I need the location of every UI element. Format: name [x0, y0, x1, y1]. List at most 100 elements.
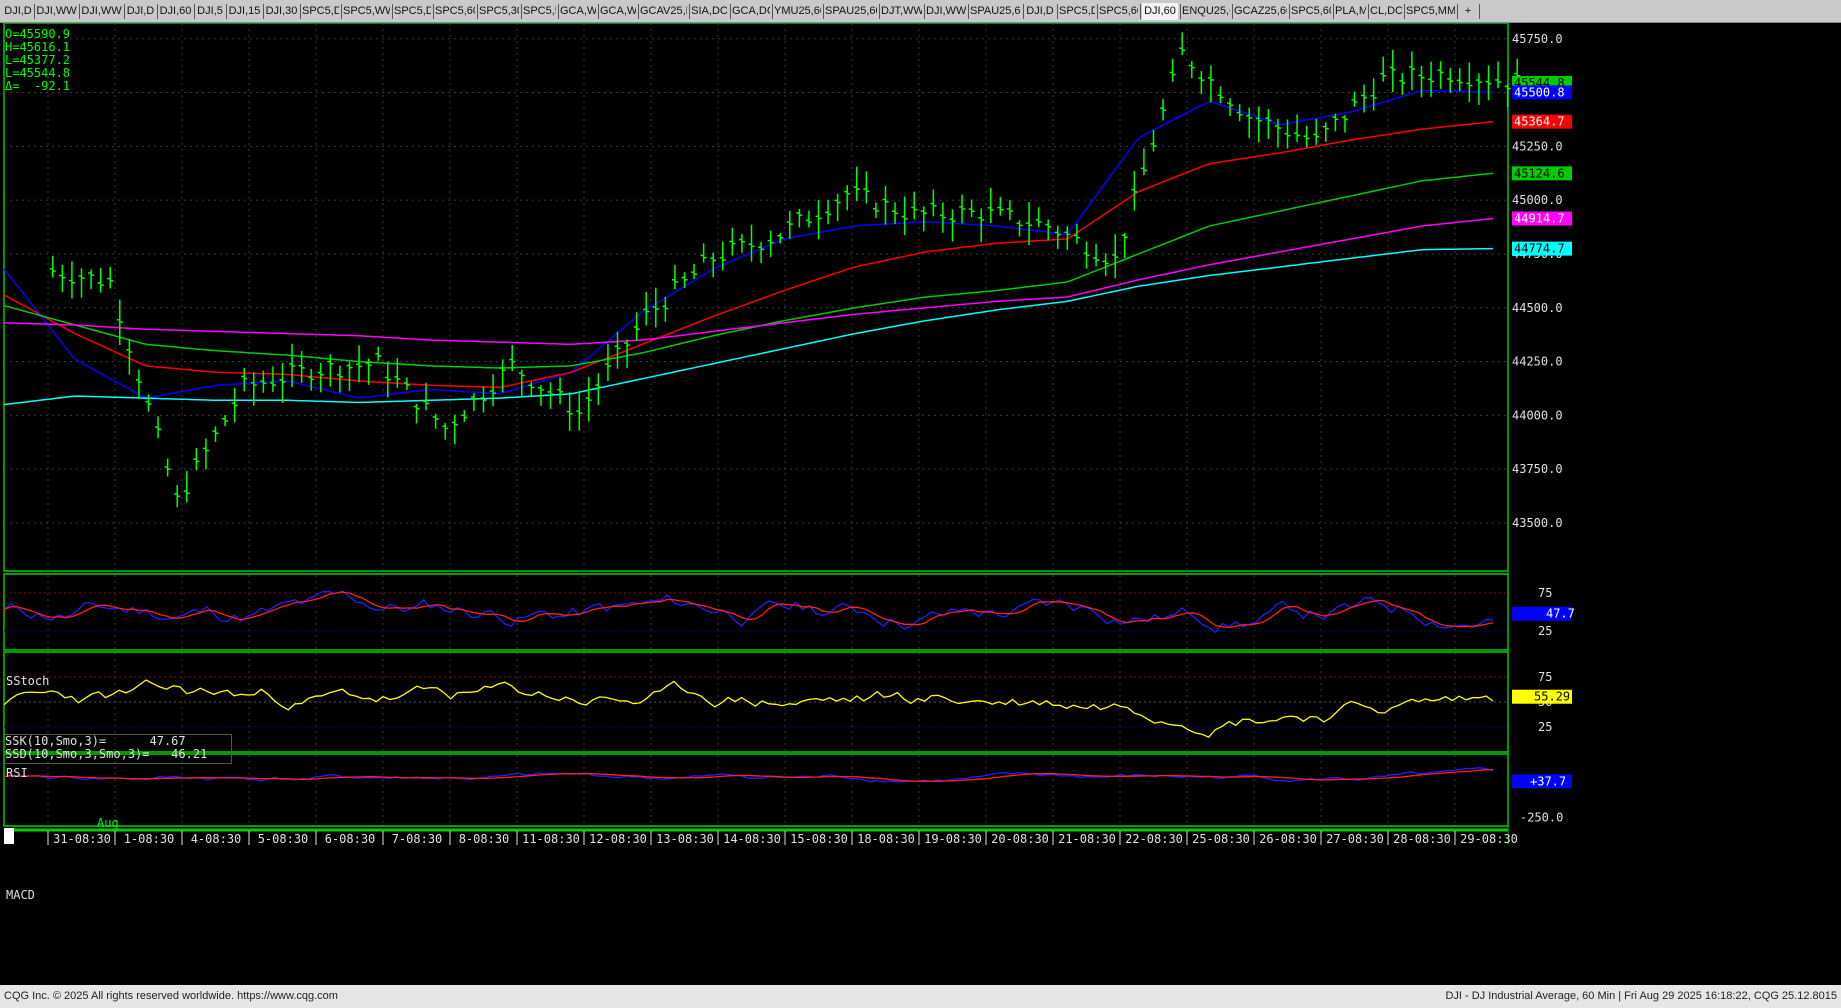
tab-spc5-ww[interactable]: SPC5,WW	[343, 3, 390, 20]
tab-separator	[157, 4, 158, 19]
price-panel-frame	[3, 22, 1509, 572]
tab-spc5-5[interactable]: SPC5,5	[523, 3, 556, 20]
tab-spc5-d[interactable]: SPC5,D	[302, 3, 339, 20]
tab-ymu25-60[interactable]: YMU25,60	[774, 3, 821, 20]
time-axis-label: 6-08:30	[325, 832, 376, 846]
time-axis-label: 18-08:30	[857, 832, 915, 846]
price-bar	[1437, 61, 1444, 89]
tab-enqu25-60[interactable]: ENQU25,60	[1182, 3, 1230, 20]
tab-dji-5[interactable]: DJI,5	[196, 3, 224, 20]
symbol-tab-bar: DJI,D DJI,WW DJI,WW DJI,D DJI,60 DJI,5 DJI,15 D…	[0, 0, 1841, 23]
price-bar	[872, 202, 879, 218]
price-bar	[451, 414, 458, 445]
price-bar	[1169, 58, 1176, 82]
tab-dji-60[interactable]: DJI,60	[1142, 3, 1178, 20]
tab-dji-d[interactable]: DJI,D	[1025, 3, 1055, 20]
price-bar	[490, 374, 497, 407]
tab-separator	[477, 4, 478, 19]
copyright-text: CQG Inc. © 2025 All rights reserved worl…	[4, 990, 338, 1002]
tab-pla-m[interactable]: PLA,M	[1335, 3, 1366, 20]
price-bar	[289, 343, 296, 387]
price-bar	[88, 269, 95, 290]
time-axis-label: 20-08:30	[991, 832, 1049, 846]
price-bar	[959, 194, 966, 224]
tab-gcav25-d[interactable]: GCAV25,D	[640, 3, 687, 20]
price-bar	[939, 202, 946, 233]
price-bar	[442, 422, 449, 440]
price-bar	[1265, 109, 1272, 139]
tab-separator	[598, 4, 599, 19]
tab-separator	[194, 4, 195, 19]
price-axis-label: 45000.0	[1512, 193, 1563, 207]
tab-dji-15[interactable]: DJI,15	[228, 3, 261, 20]
tab-separator	[879, 4, 880, 19]
price-badge-label: 45124.6	[1514, 166, 1565, 180]
tab-separator	[34, 4, 35, 19]
price-bar	[738, 233, 745, 253]
price-bar	[1485, 65, 1492, 101]
stoch-readout: SSK(10,Smo,3)= 47.67 SSD(10,Smo,3,Smo,3)=…	[3, 734, 232, 764]
tab-separator	[1333, 4, 1334, 19]
price-bar	[1102, 253, 1109, 277]
price-bar	[279, 362, 286, 403]
price-bar	[1341, 115, 1348, 133]
tab-spc5-d[interactable]: SPC5,D	[394, 3, 431, 20]
rsi-panel-title: RSI	[6, 766, 28, 780]
price-bar	[1140, 148, 1147, 176]
price-bar	[1054, 225, 1061, 250]
price-bar	[231, 387, 238, 423]
tab-spc5-mm[interactable]: SPC5,MM	[1406, 3, 1455, 20]
tab-gcaz25-60[interactable]: GCAZ25,60	[1234, 3, 1287, 20]
tab-cl-dc[interactable]: CL,DC	[1370, 3, 1402, 20]
price-bar	[1207, 65, 1214, 103]
tab--[interactable]: +	[1459, 3, 1477, 20]
tab-spc5-d[interactable]: SPC5,D	[1059, 3, 1095, 20]
tab-gca-w[interactable]: GCA,W	[600, 3, 636, 20]
rsi-axis-label: 75	[1538, 670, 1552, 684]
price-axis-label: 44250.0	[1512, 355, 1563, 369]
tab-spc5-60[interactable]: SPC5,60	[1291, 3, 1331, 20]
tab-separator	[638, 4, 639, 19]
tab-dji-d[interactable]: DJI,D	[4, 3, 32, 20]
tab-spau25-60[interactable]: SPAU25,60	[825, 3, 877, 20]
chart-area[interactable]: 45750.045500.045250.045000.044750.044500…	[0, 22, 1841, 985]
tab-gca-w[interactable]: GCA,W	[560, 3, 596, 20]
tab-gca-dc[interactable]: GCA,DC	[732, 3, 770, 20]
time-axis-label: 21-08:30	[1058, 832, 1116, 846]
price-axis-label: 43500.0	[1512, 516, 1563, 530]
scroll-marker	[4, 828, 14, 844]
price-bar	[212, 426, 219, 442]
stoch-panel-title: SStoch	[6, 674, 50, 688]
price-bar	[758, 241, 765, 264]
price-axis-label: 45750.0	[1512, 32, 1563, 46]
tab-dji-30[interactable]: DJI,30	[265, 3, 298, 20]
price-bar	[1160, 98, 1167, 121]
tab-sia-dc[interactable]: SIA,DC	[691, 3, 728, 20]
price-bar	[863, 171, 870, 204]
tab-dji-ww[interactable]: DJI,WW	[926, 3, 966, 20]
price-bar	[1466, 62, 1473, 102]
price-bar	[1198, 70, 1205, 95]
tab-separator	[79, 4, 80, 19]
tab-spc5-60[interactable]: SPC5,60	[1099, 3, 1138, 20]
tab-spau25-60[interactable]: SPAU25,60	[970, 3, 1021, 20]
tab-djt-ww[interactable]: DJT,WW	[881, 3, 922, 20]
time-axis-label: 4-08:30	[191, 832, 242, 846]
price-bar	[78, 268, 85, 298]
tab-separator	[1232, 4, 1233, 19]
tab-spc5-30[interactable]: SPC5,30	[479, 3, 519, 20]
price-badge-label: 45364.7	[1514, 115, 1565, 129]
tab-dji-ww[interactable]: DJI,WW	[36, 3, 77, 20]
tab-spc5-60[interactable]: SPC5,60	[435, 3, 475, 20]
price-bar	[384, 361, 391, 398]
time-axis-label: 13-08:30	[656, 832, 714, 846]
price-axis-label: 45250.0	[1512, 139, 1563, 153]
tab-dji-60[interactable]: DJI,60	[159, 3, 192, 20]
tab-dji-ww[interactable]: DJI,WW	[81, 3, 122, 20]
tab-dji-d[interactable]: DJI,D	[126, 3, 155, 20]
tab-separator	[263, 4, 264, 19]
price-bar	[853, 166, 860, 201]
price-bar	[662, 296, 669, 322]
price-axis-label: 44500.0	[1512, 301, 1563, 315]
time-axis-label: 8-08:30	[459, 832, 510, 846]
